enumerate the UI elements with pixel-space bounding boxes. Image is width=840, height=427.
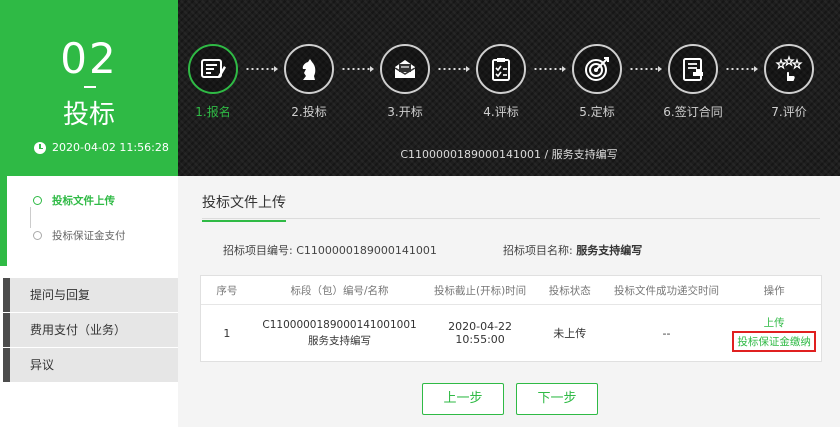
step-label: 4.评标 [483,105,519,119]
status-cell: 未上传 [553,327,587,340]
step-label: 3.开标 [387,105,423,119]
step-connector [629,66,662,72]
stage-time: 2020-04-02 11:56:28 [34,141,169,154]
stage-number: 02 [60,34,118,83]
step-connector [437,66,470,72]
next-step-button[interactable]: 下一步 [516,383,598,415]
project-code-info: 招标项目编号: C1100000189000141001 [223,242,437,258]
step-contract[interactable]: 6.签订合同 [663,44,723,120]
column-header: 投标文件成功递交时间 [613,284,719,297]
column-header: 投标状态 [548,284,591,297]
page: 02 投标 2020-04-02 11:56:28 1.报名 2.投标 3.开标… [0,0,840,427]
step-ring-icon [33,231,42,240]
project-name-value: 服务支持编写 [576,244,643,257]
main-content: 投标文件上传 招标项目编号: C1100000189000141001 招标项目… [178,176,840,427]
step-open[interactable]: 3.开标 [375,44,435,120]
row-index: 1 [223,326,231,340]
lot-name: 服务支持编写 [308,335,372,347]
header: 02 投标 2020-04-02 11:56:28 1.报名 2.投标 3.开标… [0,0,840,176]
upload-link[interactable]: 上传 [727,315,821,330]
step-register[interactable]: 1.报名 [183,44,243,120]
step-evaluate[interactable]: 4.评标 [471,44,531,120]
sidebar-item-fee-payment[interactable]: 费用支付（业务） [3,313,178,347]
star-rating-icon [764,44,814,94]
step-label: 6.签订合同 [663,105,723,119]
deposit-payment-link[interactable]: 投标保证金缴纳 [732,330,816,352]
step-rate[interactable]: 7.评价 [759,44,819,120]
project-code-label: 招标项目编号: [223,244,293,257]
column-header: 投标截止(开标)时间 [433,284,527,297]
lot-cell: C1100000189000141001001 服务支持编写 [253,317,426,349]
registration-form-icon [188,44,238,94]
stage-time-text: 2020-04-02 11:56:28 [52,141,169,154]
submitted-time-cell: -- [662,326,671,340]
clock-icon [34,141,46,154]
step-label: 5.定标 [579,105,615,119]
step-ring-icon [33,196,42,205]
knight-chess-icon [284,44,334,94]
lot-code: C1100000189000141001001 [262,319,417,331]
sidebar-step-connector [30,207,31,228]
step-label: 7.评价 [771,105,807,119]
table-row: 1 C1100000189000141001001 服务支持编写 2020-04… [201,305,821,361]
open-envelope-icon [380,44,430,94]
action-cell: 上传 投标保证金缴纳 [727,315,821,352]
deadline-cell: 2020-04-22 10:55:00 [448,320,513,346]
column-header: 标段（包）编号/名称 [290,284,389,297]
step-award[interactable]: 5.定标 [567,44,627,120]
clipboard-review-icon [476,44,526,94]
project-name-label: 招标项目名称: [503,244,573,257]
stage-divider [84,86,96,88]
sidebar-item-qa[interactable]: 提问与回复 [3,278,178,312]
sidebar-step-upload[interactable]: 投标文件上传 [33,193,115,208]
step-label: 2.投标 [291,105,327,119]
sidebar-menu: 提问与回复 费用支付（业务） 异议 [3,278,178,383]
contract-sign-icon [668,44,718,94]
step-connector [341,66,374,72]
step-connector [245,66,278,72]
column-header: 操作 [763,284,785,297]
stage-name: 投标 [62,100,115,130]
sidebar-steps: 投标文件上传 投标保证金支付 [0,176,178,266]
project-code-title: C1100000189000141001 / 服务支持编写 [400,148,618,161]
target-dart-icon [572,44,622,94]
sidebar-step-label: 投标文件上传 [52,195,115,207]
sidebar-step-label: 投标保证金支付 [52,230,126,242]
sidebar-step-deposit[interactable]: 投标保证金支付 [33,228,126,243]
stage-box: 02 投标 2020-04-02 11:56:28 [0,0,178,176]
project-name-info: 招标项目名称: 服务支持编写 [503,242,642,258]
project-code-value: C1100000189000141001 [296,244,437,257]
step-connector [725,66,758,72]
column-header: 序号 [216,284,238,297]
table-header: 序号 标段（包）编号/名称 投标截止(开标)时间 投标状态 投标文件成功递交时间… [201,276,821,305]
step-connector [533,66,566,72]
step-bid[interactable]: 2.投标 [279,44,339,120]
bid-table: 序号 标段（包）编号/名称 投标截止(开标)时间 投标状态 投标文件成功递交时间… [200,275,822,362]
sidebar-item-objection[interactable]: 异议 [3,348,178,382]
prev-step-button[interactable]: 上一步 [422,383,504,415]
title-divider [202,218,820,219]
step-label: 1.报名 [195,105,231,119]
